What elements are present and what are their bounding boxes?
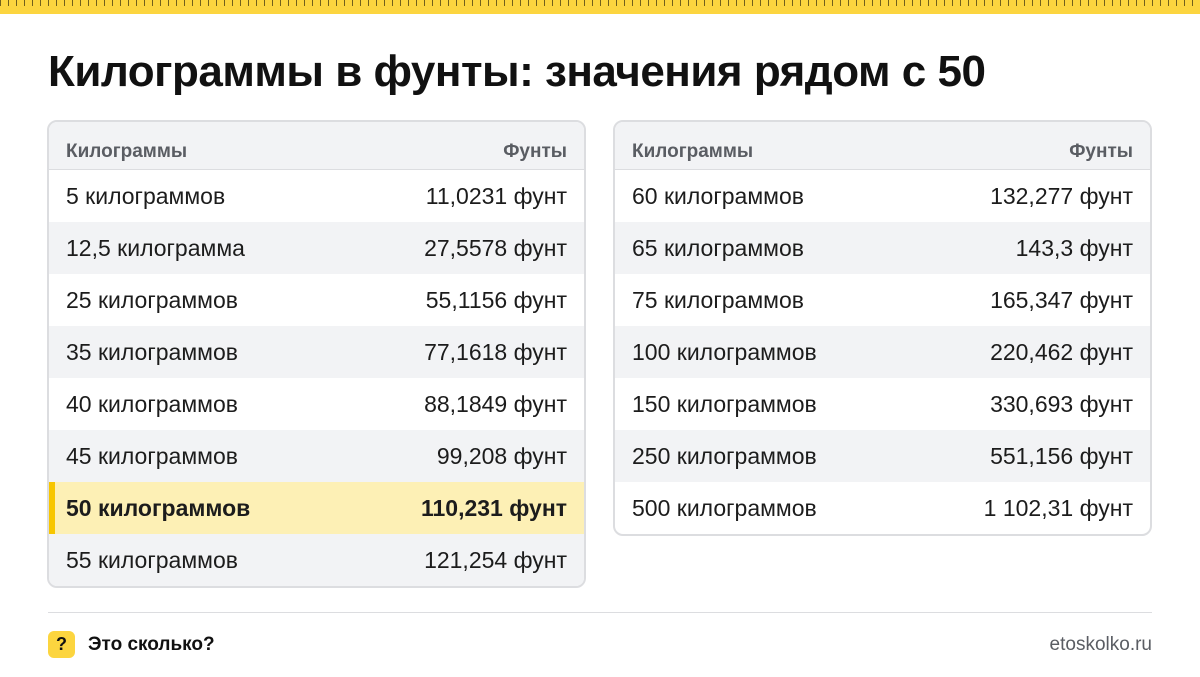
cell-pounds: 11,0231 фунт xyxy=(425,182,567,209)
table-row: 250 килограммов 551,156 фунт xyxy=(615,430,1150,482)
cell-kilograms: 50 килограммов xyxy=(66,494,251,521)
table-row: 40 килограммов 88,1849 фунт xyxy=(49,378,584,430)
table-row: 25 килограммов 55,1156 фунт xyxy=(49,274,584,326)
cell-pounds: 121,254 фунт xyxy=(424,546,567,573)
table-row: 150 килограммов 330,693 фунт xyxy=(615,378,1150,430)
table-row: 500 килограммов 1 102,31 фунт xyxy=(615,482,1150,534)
cell-pounds: 330,693 фунт xyxy=(990,390,1133,417)
cell-kilograms: 5 килограммов xyxy=(66,182,226,209)
cell-pounds: 551,156 фунт xyxy=(990,442,1133,469)
cell-kilograms: 40 килограммов xyxy=(66,390,238,417)
brand-name: Это сколько? xyxy=(88,634,215,655)
cell-kilograms: 75 килограммов xyxy=(632,286,804,313)
cell-kilograms: 150 килограммов xyxy=(632,390,817,417)
cell-kilograms: 65 килограммов xyxy=(632,234,804,261)
site-url: etoskolko.ru xyxy=(1049,634,1152,655)
conversion-table-left: Килограммы Фунты 5 килограммов 11,0231 фу… xyxy=(47,120,586,588)
header-kilograms: Килограммы xyxy=(66,141,188,162)
cell-pounds: 77,1618 фунт xyxy=(424,338,567,365)
cell-pounds: 110,231 фунт xyxy=(420,494,567,521)
cell-pounds: 1 102,31 фунт xyxy=(983,494,1133,521)
table-row-highlighted: 50 килограммов 110,231 фунт xyxy=(49,482,584,534)
cell-pounds: 55,1156 фунт xyxy=(425,286,567,313)
header-pounds: Фунты xyxy=(503,141,567,162)
table-row: 12,5 килограмма 27,5578 фунт xyxy=(49,222,584,274)
table-row: 45 килограммов 99,208 фунт xyxy=(49,430,584,482)
cell-kilograms: 35 килограммов xyxy=(66,338,238,365)
cell-pounds: 220,462 фунт xyxy=(990,338,1133,365)
table-row: 100 килограммов 220,462 фунт xyxy=(615,326,1150,378)
conversion-table-right: Килограммы Фунты 60 килограммов 132,277 ф… xyxy=(613,120,1152,536)
table-row: 60 килограммов 132,277 фунт xyxy=(615,170,1150,222)
table-body: 5 килограммов 11,0231 фунт 12,5 килограмма… xyxy=(49,170,584,586)
cell-pounds: 99,208 фунт xyxy=(436,442,567,469)
question-icon: ? xyxy=(48,631,75,658)
cell-pounds: 88,1849 фунт xyxy=(424,390,567,417)
table-header: Килограммы Фунты xyxy=(49,122,584,170)
cell-kilograms: 60 килограммов xyxy=(632,182,804,209)
ruler-strip xyxy=(0,0,1200,14)
cell-kilograms: 250 килограммов xyxy=(632,442,817,469)
cell-kilograms: 100 килограммов xyxy=(632,338,817,365)
table-row: 5 килограммов 11,0231 фунт xyxy=(49,170,584,222)
cell-pounds: 132,277 фунт xyxy=(990,182,1133,209)
header-kilograms: Килограммы xyxy=(632,141,754,162)
cell-kilograms: 45 килограммов xyxy=(66,442,238,469)
footer-divider xyxy=(48,612,1152,613)
cell-kilograms: 12,5 килограмма xyxy=(66,234,245,261)
table-row: 75 килограммов 165,347 фунт xyxy=(615,274,1150,326)
cell-kilograms: 500 килограммов xyxy=(632,494,817,521)
table-header: Килограммы Фунты xyxy=(615,122,1150,170)
table-row: 65 килограммов 143,3 фунт xyxy=(615,222,1150,274)
cell-pounds: 143,3 фунт xyxy=(1015,234,1133,261)
cell-kilograms: 55 килограммов xyxy=(66,546,238,573)
cell-pounds: 27,5578 фунт xyxy=(424,234,567,261)
cell-kilograms: 25 килограммов xyxy=(66,286,238,313)
page-title: Килограммы в фунты: значения рядом с 50 xyxy=(48,47,986,96)
table-body: 60 килограммов 132,277 фунт 65 килограммов… xyxy=(615,170,1150,534)
header-pounds: Фунты xyxy=(1069,141,1133,162)
cell-pounds: 165,347 фунт xyxy=(990,286,1133,313)
table-row: 35 килограммов 77,1618 фунт xyxy=(49,326,584,378)
table-row: 55 килограммов 121,254 фунт xyxy=(49,534,584,586)
